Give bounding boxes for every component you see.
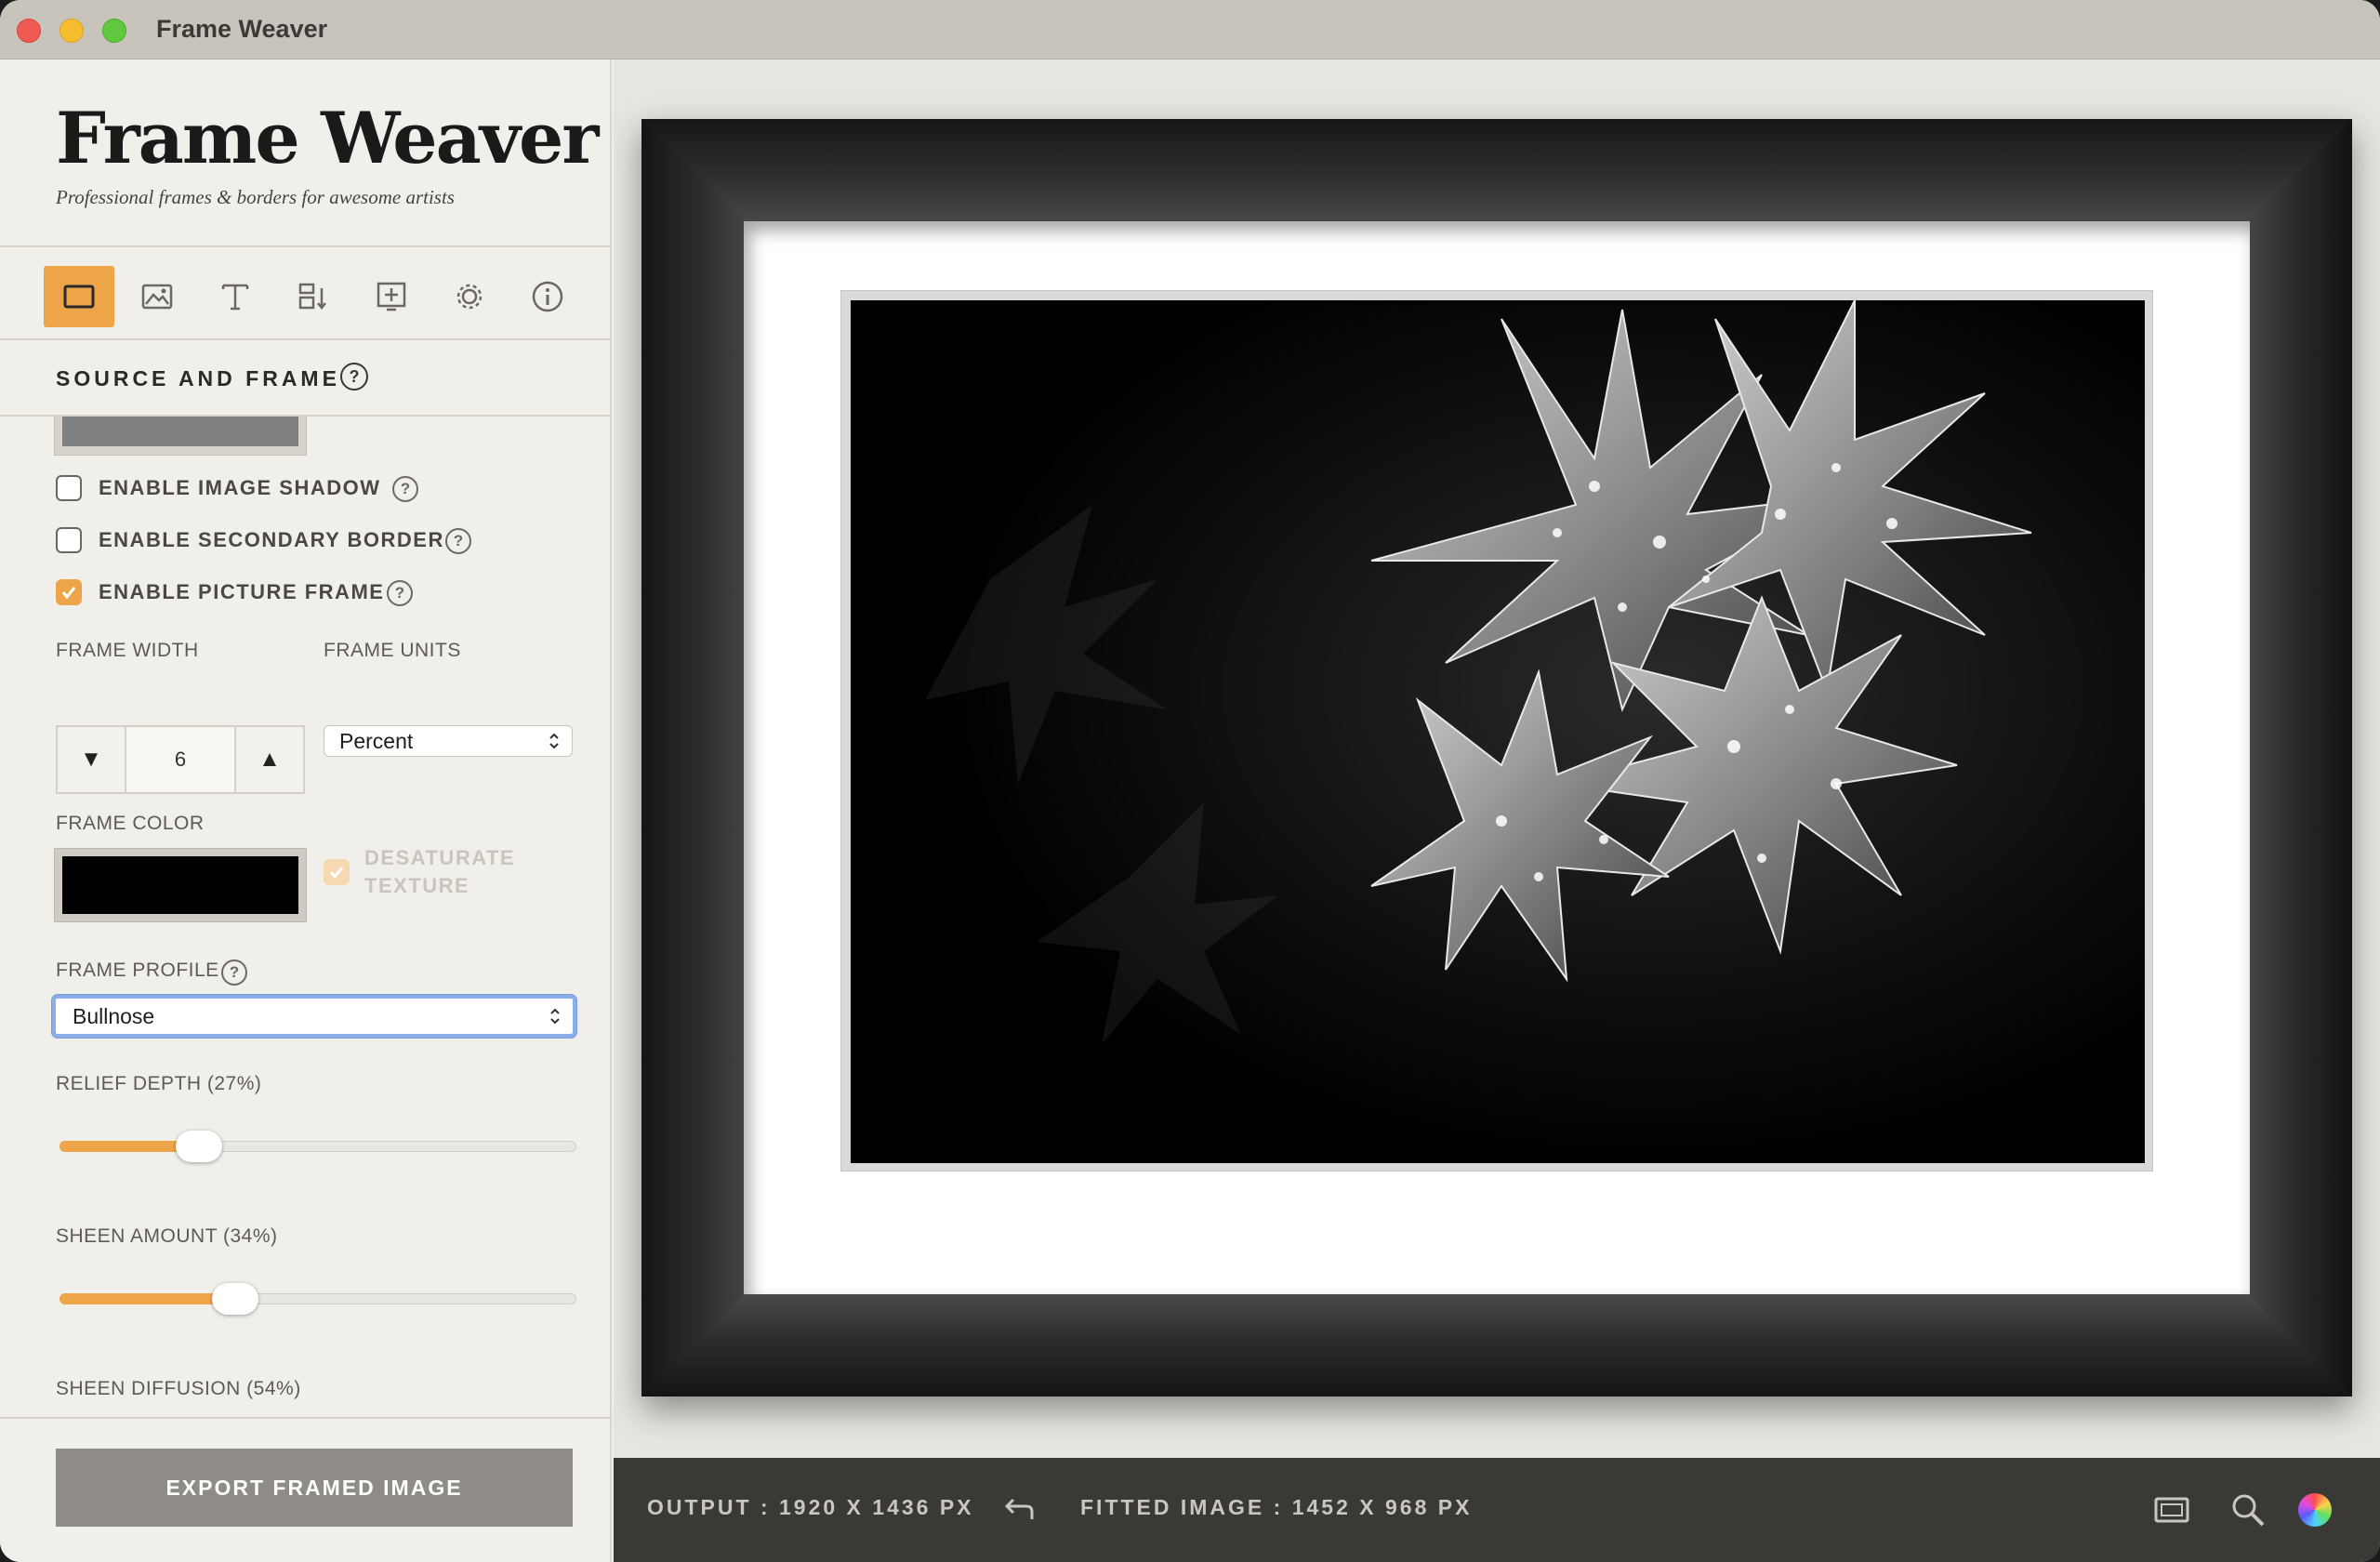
app-brand-title: Frame Weaver: [56, 97, 599, 179]
frame-units-select[interactable]: Percent: [324, 725, 573, 757]
frame-rect-icon: [63, 285, 95, 309]
frame-width-increment-button[interactable]: ▲: [236, 727, 303, 792]
image-shadow-help-icon[interactable]: ?: [392, 476, 418, 502]
frame-color-well[interactable]: [54, 848, 307, 922]
secondary-border-help-icon[interactable]: ?: [445, 528, 471, 554]
select-arrows-icon: [549, 733, 559, 749]
image-shadow-option[interactable]: ENABLE IMAGE SHADOW: [56, 474, 381, 502]
picture-frame: [641, 119, 2352, 1397]
color-wheel-icon[interactable]: [2296, 1491, 2334, 1529]
sheen-amount-label: SHEEN AMOUNT (34%): [56, 1225, 278, 1247]
relief-depth-slider[interactable]: [60, 1129, 576, 1162]
close-window-button[interactable]: [17, 19, 41, 43]
slider-knob[interactable]: [176, 1131, 223, 1162]
frame-profile-help-icon[interactable]: ?: [221, 960, 247, 986]
image-shadow-checkbox[interactable]: [56, 475, 82, 501]
image-shadow-label: ENABLE IMAGE SHADOW: [99, 476, 381, 499]
output-size-text: OUTPUT : 1920 X 1436 PX: [647, 1495, 974, 1519]
tab-image[interactable]: [122, 266, 192, 327]
secondary-border-label: ENABLE SECONDARY BORDER: [99, 528, 444, 551]
fitted-image-text: FITTED IMAGE : 1452 X 968 PX: [1080, 1495, 1473, 1519]
desaturate-texture-label: DESATURATE TEXTURE: [364, 846, 516, 897]
frame-width-decrement-button[interactable]: ▼: [58, 727, 125, 792]
maximize-window-button[interactable]: [102, 19, 126, 43]
border-color-swatch[interactable]: [54, 417, 307, 456]
secondary-border-option[interactable]: ENABLE SECONDARY BORDER: [56, 526, 444, 554]
zoom-icon[interactable]: [2229, 1491, 2267, 1529]
divider: [0, 338, 610, 340]
text-icon: [221, 284, 249, 311]
sidebar: Frame Weaver Professional frames & borde…: [0, 60, 612, 1562]
align-icon: [298, 283, 326, 311]
app-window: Frame Weaver Frame Weaver Professional f…: [0, 0, 2380, 1562]
checkmark-icon: [329, 867, 344, 880]
picture-frame-checkbox[interactable]: [56, 579, 82, 605]
image-icon: [141, 284, 173, 310]
frame-units-label: FRAME UNITS: [324, 640, 461, 661]
tab-text[interactable]: [200, 266, 271, 327]
export-area: EXPORT FRAMED IMAGE: [0, 1417, 610, 1562]
tab-settings[interactable]: [434, 266, 505, 327]
desaturate-texture-checkbox[interactable]: [324, 859, 350, 885]
photo-border: [840, 290, 2153, 1172]
photo-preview: [851, 300, 2145, 1163]
status-bar: OUTPUT : 1920 X 1436 PX FITTED IMAGE : 1…: [614, 1458, 2380, 1562]
frame-view-icon[interactable]: [2153, 1491, 2190, 1529]
sheen-amount-slider[interactable]: [60, 1281, 576, 1315]
frame-profile-select[interactable]: Bullnose: [52, 995, 576, 1038]
app-tagline: Professional frames & borders for awesom…: [56, 186, 455, 208]
tab-align[interactable]: [278, 266, 349, 327]
preview-canvas: [614, 60, 2380, 1458]
gear-icon: [456, 284, 483, 310]
picture-frame-option[interactable]: ENABLE PICTURE FRAME: [56, 578, 384, 606]
frame-width-stepper: ▼ 6 ▲: [56, 725, 305, 794]
mat-board: [744, 221, 2250, 1294]
relief-depth-label: RELIEF DEPTH (27%): [56, 1073, 262, 1094]
leaf-photo-image: [851, 300, 2145, 1163]
frame-profile-value: Bullnose: [73, 1003, 155, 1028]
frame-width-value[interactable]: 6: [125, 727, 236, 792]
frame-width-label: FRAME WIDTH: [56, 640, 199, 661]
sheen-diffusion-label: SHEEN DIFFUSION (54%): [56, 1378, 301, 1399]
frame-units-value: Percent: [339, 728, 414, 753]
frame-color-label: FRAME COLOR: [56, 813, 205, 834]
window-title: Frame Weaver: [156, 15, 328, 43]
select-arrows-icon: [550, 1008, 560, 1025]
section-help-icon[interactable]: ?: [340, 363, 368, 390]
info-icon: [532, 281, 563, 312]
picture-frame-help-icon[interactable]: ?: [387, 580, 413, 606]
frame-profile-label: FRAME PROFILE: [56, 960, 219, 981]
undo-arrow-icon[interactable]: [1000, 1491, 1038, 1529]
tab-source-frame[interactable]: [44, 266, 114, 327]
tool-tabs: [0, 249, 610, 338]
title-bar: Frame Weaver: [0, 0, 2380, 60]
checkmark-icon: [61, 587, 76, 600]
add-box-icon: [377, 282, 406, 311]
divider: [0, 245, 610, 247]
secondary-border-checkbox[interactable]: [56, 527, 82, 553]
export-framed-image-button[interactable]: EXPORT FRAMED IMAGE: [56, 1449, 573, 1527]
tab-add[interactable]: [356, 266, 427, 327]
section-title: SOURCE AND FRAME: [56, 366, 340, 390]
tab-info[interactable]: [512, 266, 583, 327]
picture-frame-label: ENABLE PICTURE FRAME: [99, 580, 385, 603]
slider-knob[interactable]: [212, 1283, 259, 1315]
minimize-window-button[interactable]: [60, 19, 84, 43]
